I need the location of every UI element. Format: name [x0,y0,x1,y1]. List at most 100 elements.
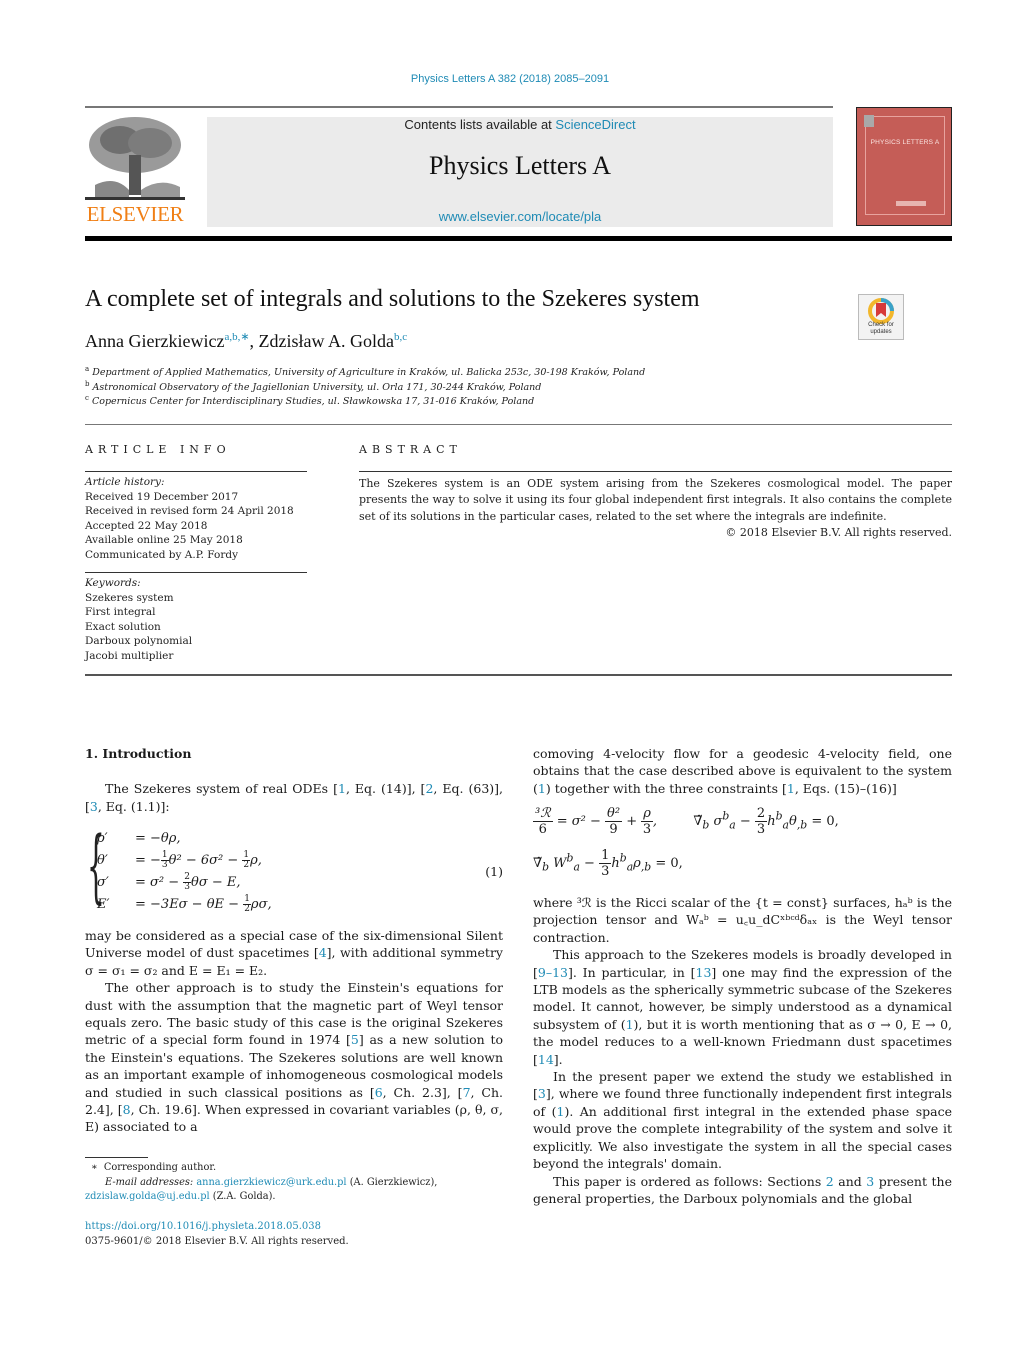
paragraph: The other approach is to study the Einst… [85,979,503,1136]
abstract-rule [359,471,952,472]
masthead: Contents lists available at ScienceDirec… [207,117,833,227]
text: , Ch. 2.3], [ [382,1084,463,1100]
citation-link[interactable]: 5 [351,1032,359,1047]
journal-url-link[interactable]: www.elsevier.com/locate/pla [207,209,833,224]
footnotes: ∗ Corresponding author. E-mail addresses… [85,1161,505,1205]
equation-link[interactable]: 1 [538,781,546,796]
author-affiliation-marks[interactable]: b,c [394,331,407,343]
equation-rhs: = −θρ, [135,831,181,846]
equation-row: ρ′ = −θρ, [97,828,181,850]
history-item: Available online 25 May 2018 [85,534,243,546]
equation-rhs: = − [135,853,161,868]
equation-lhs: σ′ [97,875,109,890]
fraction: ρ3 [641,806,653,837]
affiliation-key: b [85,380,90,388]
email-link[interactable]: zdzislaw.golda@uj.edu.pl [85,1191,210,1202]
fraction: θ² 9 [605,806,623,837]
right-column-top: comoving 4-velocity flow for a geodesic … [533,745,952,797]
paragraph: This approach to the Szekeres models is … [533,946,952,1068]
citation-link[interactable]: 1 [338,781,346,796]
author-separator: , [249,331,259,351]
equation-link[interactable]: 1 [626,1017,634,1032]
text: and [833,1173,867,1189]
text: The Szekeres system of real ODEs [ [105,781,338,797]
citation-link[interactable]: 13 [696,965,712,980]
citation-link[interactable]: 6 [375,1085,383,1100]
abstract-heading: ABSTRACT [359,443,462,456]
text: This paper is ordered as follows: Sectio… [553,1173,826,1189]
keyword: Darboux polynomial [85,635,193,647]
constraint-equations-row1: ³ℛ 6 = σ² − θ² 9 + ρ3, ∇̃b σba − 2 3 hbaθ,b … [533,806,839,837]
elsevier-wordmark: ELSEVIER [86,202,184,226]
section-rule [85,424,952,425]
article-info-rule [85,471,307,472]
abstract-text: The Szekeres system is an ODE system ari… [359,477,952,523]
equation-row: θ′ = −1 3 θ² − 6σ² − 1 2 ρ, [97,850,262,872]
fraction: 23 [183,872,192,892]
author-affiliation-marks[interactable]: a,b,∗ [224,331,249,343]
citation-link[interactable]: 14 [538,1052,554,1067]
equation-row: σ′ = σ² − 2 3 θσ − E, [97,872,241,894]
email-link[interactable]: anna.gierzkiewicz@urk.edu.pl [196,1177,346,1188]
sciencedirect-link[interactable]: ScienceDirect [555,117,635,132]
contents-prefix: Contents lists available at [404,117,556,132]
author-name[interactable]: Anna Gierzkiewicz [85,331,224,351]
section-heading: 1. Introduction [85,746,192,761]
footnote-emails: E-mail addresses: anna.gierzkiewicz@urk.… [85,1176,505,1191]
elsevier-tree-icon [85,117,185,200]
equation-row: E′ = −3Eσ − θE − 1 2 ρσ, [97,894,272,916]
fraction: 13 [599,848,612,879]
fraction: 12 [242,850,251,870]
email-label: E-mail addresses: [105,1176,194,1188]
doi-link[interactable]: https://doi.org/10.1016/j.physleta.2018.… [85,1221,321,1232]
citation-link[interactable]: 4 [319,945,327,960]
equation-rhs: ρ, [250,853,262,868]
paragraph: This paper is ordered as follows: Sectio… [533,1173,952,1208]
citation-link[interactable]: 3 [90,799,98,814]
elsevier-logo[interactable]: ELSEVIER [85,115,185,227]
journal-reference[interactable]: Physics Letters A 382 (2018) 2085–2091 [0,73,1020,85]
email-owner: (A. Gierzkiewicz), [346,1176,438,1188]
check-updates-label: Check for updates [868,322,894,335]
citation-link[interactable]: 3 [538,1086,546,1101]
doi-block: https://doi.org/10.1016/j.physleta.2018.… [85,1219,349,1249]
author-name[interactable]: Zdzisław A. Golda [259,331,394,351]
issn-line: 0375-9601/© 2018 Elsevier B.V. All right… [85,1236,349,1247]
history-label: Article history: [85,476,165,488]
cover-footer [896,201,926,206]
fraction: 13 [160,850,169,870]
masthead-heavy-rule [85,236,952,241]
citation-link[interactable]: 1 [787,781,795,796]
affiliation-text: Copernicus Center for Interdisciplinary … [91,396,535,408]
text: , Eq. (14)], [ [345,781,426,797]
check-for-updates-button[interactable]: Check for updates [858,294,904,340]
citation-link[interactable]: 7 [463,1085,471,1100]
history-item: Communicated by A.P. Fordy [85,548,239,561]
text: , Ch. 19.6]. When expressed in covariant… [85,1102,503,1135]
equation-number: (1) [485,864,503,879]
affiliation: b Astronomical Observatory of the Jagiel… [85,380,541,393]
equation-rhs: = σ² − [135,875,184,890]
citation-link[interactable]: 8 [123,1102,131,1117]
equation-part: = σ² − [556,814,606,829]
keyword: Szekeres system [85,591,174,604]
text: , Eq. (1.1)]: [97,798,170,814]
footnote-rule [85,1157,148,1158]
keyword: Jacobi multiplier [85,649,174,662]
right-column-body: where ³ℛ is the Ricci scalar of the {t =… [533,894,952,1207]
journal-cover[interactable]: PHYSICS LETTERS A [856,107,952,226]
introduction-continued: may be considered as a special case of t… [85,927,503,1136]
header-rule [85,106,833,108]
paragraph: comoving 4-velocity flow for a geodesic … [533,745,952,797]
equation-system-1: { ρ′ = −θρ, θ′ = −1 3 θ² − 6σ² − 1 2 ρ, σ′ = σ²… [85,826,503,918]
citation-link[interactable]: 9–13 [538,965,568,980]
equation-lhs: ρ′ [97,831,108,846]
history-item: Received in revised form 24 April 2018 [85,505,294,517]
fraction: ³ℛ 6 [533,806,553,837]
fraction: 12 [243,894,251,914]
cover-frame: PHYSICS LETTERS A [864,115,945,215]
footnote-emails-continued: zdzislaw.golda@uj.edu.pl (Z.A. Golda). [85,1190,505,1205]
section-link[interactable]: 2 [826,1174,834,1189]
equation-rhs: θσ − E, [191,875,241,890]
affiliation-text: Department of Applied Mathematics, Unive… [92,367,646,379]
